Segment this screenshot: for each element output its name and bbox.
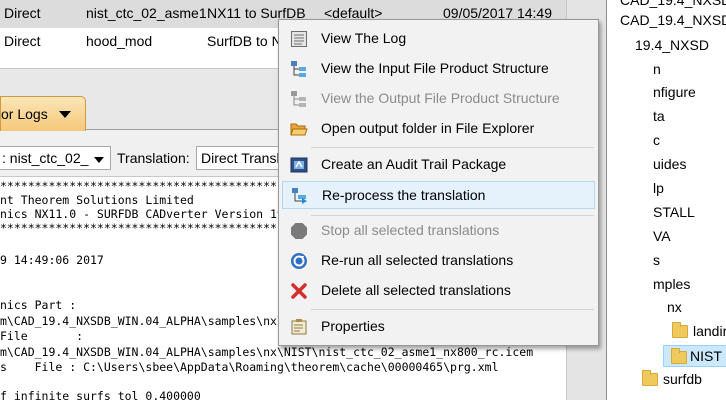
tree-item[interactable]: ta — [653, 108, 665, 124]
translation-label: Translation: — [117, 150, 190, 166]
tree-item-selected[interactable]: NIST — [663, 345, 726, 367]
folder-icon — [642, 370, 658, 386]
job-select-value: : nist_ctc_02_ — [2, 150, 89, 166]
folder-tree: CAD_19.4_NXSD CAD_19.4_NXSDB 19.4_NXSD n… — [606, 0, 726, 400]
log-icon — [290, 30, 308, 48]
open-folder-icon — [290, 120, 308, 138]
tree-item[interactable]: lp — [653, 180, 664, 196]
dropdown-arrow-icon[interactable] — [59, 111, 71, 118]
job-translation-cell: SurfDB to N — [207, 33, 282, 49]
menu-item-rerun-translations[interactable]: Re-run all selected translations — [282, 247, 595, 275]
delete-icon — [290, 282, 308, 300]
menu-item-view-output-structure[interactable]: View the Output File Product Structure — [282, 85, 595, 113]
tree-item[interactable]: 19.4_NXSD — [635, 37, 709, 53]
tree-item[interactable]: s — [653, 252, 660, 268]
tree-item[interactable]: nfigure — [653, 84, 696, 100]
log-line: s File : C:\Users\sbee\AppData\Roaming\t… — [0, 360, 499, 374]
translation-select-value: Direct Transl — [201, 150, 280, 166]
log-line: m\CAD_19.4_NXSDB_WIN.04_ALPHA\samples\nx… — [0, 345, 534, 359]
menu-separator — [311, 309, 594, 310]
menu-item-label: Delete all selected translations — [321, 282, 511, 298]
menu-item-label: Re-process the translation — [322, 187, 486, 203]
reprocess-icon — [291, 187, 309, 205]
tree-item[interactable]: VA — [653, 228, 671, 244]
menu-item-view-input-structure[interactable]: View the Input File Product Structure — [282, 55, 595, 83]
tree-item[interactable]: uides — [653, 156, 686, 172]
menu-item-open-output-folder[interactable]: Open output folder in File Explorer — [282, 115, 595, 143]
tree-item[interactable]: landir — [693, 323, 726, 339]
job-file-cell: hood_mod — [86, 33, 153, 49]
chevron-down-icon — [94, 157, 104, 163]
audit-package-icon — [290, 156, 308, 174]
job-select[interactable]: : nist_ctc_02_ — [0, 146, 111, 170]
job-type-cell: Direct — [4, 33, 41, 49]
tree-item[interactable]: c — [653, 132, 660, 148]
log-line: File : — [0, 329, 84, 343]
menu-item-properties[interactable]: Properties — [282, 313, 595, 341]
tree-item[interactable]: CAD_19.4_NXSD — [620, 0, 726, 8]
rerun-icon — [290, 252, 308, 270]
job-file-cell: nist_ctc_02_asme1 — [86, 5, 207, 21]
menu-separator — [311, 215, 594, 216]
tree-item[interactable]: CAD_19.4_NXSDB — [620, 12, 726, 28]
tree-item[interactable]: STALL — [653, 204, 695, 220]
context-menu: View The Log View the Input File Product… — [278, 19, 599, 346]
menu-item-create-audit-trail[interactable]: Create an Audit Trail Package — [282, 151, 595, 179]
stop-icon — [290, 222, 308, 240]
menu-item-reprocess-translation[interactable]: Re-process the translation — [282, 181, 595, 209]
menu-separator — [311, 147, 594, 148]
tree-item[interactable]: nx — [667, 299, 682, 315]
tree-item[interactable]: mples — [653, 276, 690, 292]
folder-icon — [671, 348, 687, 364]
log-line: 9 14:49:06 2017 — [0, 253, 104, 267]
menu-item-label: View the Output File Product Structure — [321, 90, 560, 106]
tree-item[interactable]: n — [653, 61, 661, 77]
tree-structure-icon — [290, 90, 308, 108]
menu-item-delete-translations[interactable]: Delete all selected translations — [282, 277, 595, 305]
log-line: nics NX11.0 - SURFDB CADverter Version 1… — [0, 207, 298, 221]
menu-item-label: Create an Audit Trail Package — [321, 156, 507, 172]
menu-item-label: View The Log — [321, 30, 407, 46]
log-line: f infinite surfs tol 0.400000 — [0, 389, 201, 400]
menu-item-label: Stop all selected translations — [321, 222, 500, 238]
folder-icon — [672, 322, 688, 338]
menu-item-label: Re-run all selected translations — [321, 252, 514, 268]
tree-structure-icon — [290, 60, 308, 78]
log-line: nt Theorem Solutions Limited — [0, 193, 194, 207]
properties-icon — [290, 318, 308, 336]
job-type-cell: Direct — [4, 5, 41, 21]
menu-item-label: Properties — [321, 318, 385, 334]
tab-logs-label: or Logs — [1, 106, 48, 122]
menu-item-label: View the Input File Product Structure — [321, 60, 549, 76]
tree-item-label: NIST — [690, 348, 722, 364]
tab-logs[interactable]: or Logs — [0, 96, 86, 131]
menu-item-stop-translations[interactable]: Stop all selected translations — [282, 217, 595, 245]
tree-item[interactable]: surfdb — [663, 371, 702, 387]
menu-item-view-log[interactable]: View The Log — [282, 25, 595, 53]
log-line: nics Part : — [0, 298, 77, 312]
menu-item-label: Open output folder in File Explorer — [321, 120, 535, 136]
